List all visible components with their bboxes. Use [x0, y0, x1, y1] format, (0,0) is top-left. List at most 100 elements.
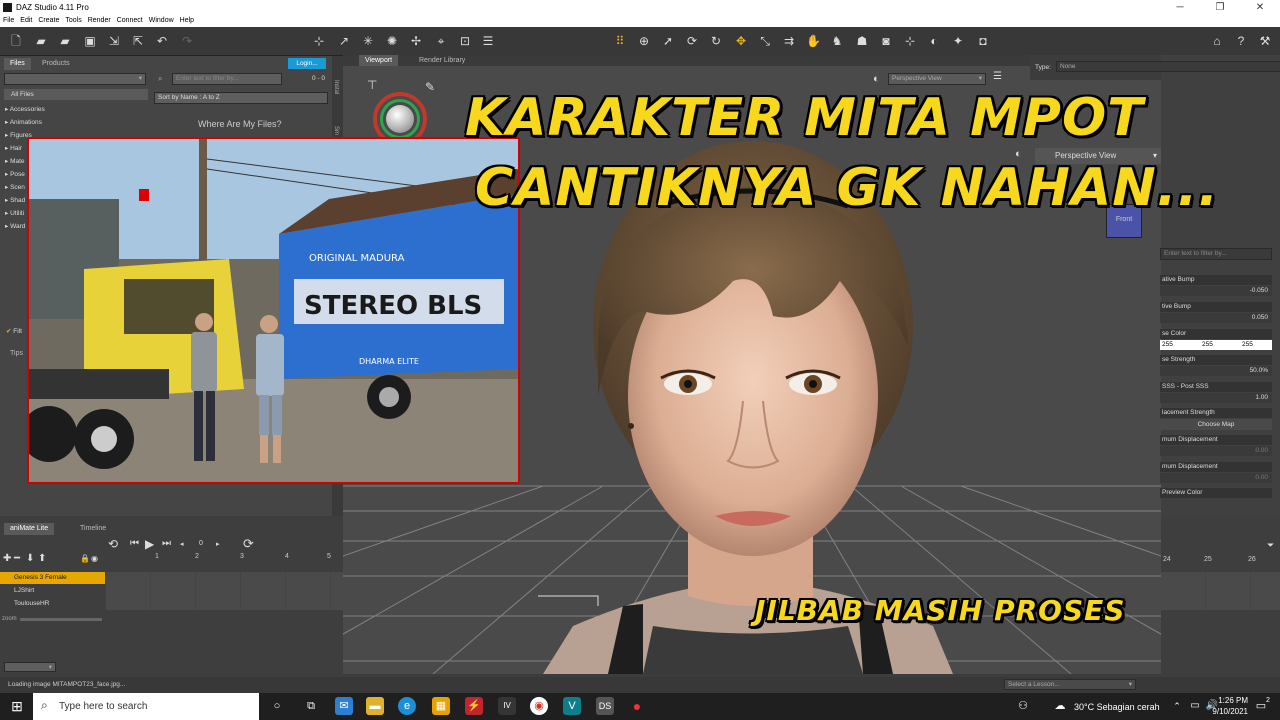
refresh-icon[interactable]: ⟳ [243, 536, 254, 552]
tab-animate-lite[interactable]: aniMate Lite [4, 523, 55, 535]
lock-icon[interactable]: 🔒 [80, 554, 90, 563]
tree-item-animations[interactable]: ▸ Animations [5, 118, 42, 126]
param-base-strength-slider[interactable]: 50.0% [1160, 366, 1272, 376]
param-positive-bump-slider[interactable]: 0.050 [1160, 313, 1272, 323]
settings-icon[interactable]: ⚒ [1258, 34, 1272, 48]
choose-map-button[interactable]: Choose Map [1160, 419, 1272, 430]
next-frame-icon[interactable]: ▸ [216, 540, 220, 548]
geometry-editor-icon[interactable]: ⌖ [434, 34, 448, 48]
sort-dropdown[interactable]: Sort by Name : A to Z [154, 92, 328, 104]
menu-window[interactable]: Window [146, 15, 177, 24]
tree-item-scenes[interactable]: ▸ Scen [5, 183, 25, 191]
cortana-icon[interactable]: ○ [268, 697, 286, 715]
tab-timeline[interactable]: Timeline [74, 523, 112, 535]
add-track-icon[interactable]: ✚ [3, 553, 11, 564]
track-toulouse[interactable]: ToulouseHR [0, 598, 105, 610]
tree-item-materials[interactable]: ▸ Mate [5, 157, 25, 165]
menu-edit[interactable]: Edit [17, 15, 35, 24]
pointer-icon[interactable]: ➚ [661, 34, 675, 48]
daz-studio-taskbar-icon[interactable]: DS [596, 697, 614, 715]
undo-icon[interactable]: ↶ [155, 34, 169, 48]
sphere-icon[interactable]: ◐ [873, 73, 880, 85]
collapse-icon[interactable]: ⏷ [1267, 540, 1274, 551]
track-grid[interactable] [106, 572, 343, 610]
surface-selection-icon[interactable]: ✢ [409, 34, 423, 48]
file-explorer-icon[interactable]: ▬ [366, 697, 384, 715]
forward-icon[interactable]: ⏭ [162, 538, 171, 549]
pen-icon[interactable]: ✎ [425, 80, 435, 94]
rewind-icon[interactable]: ⏮ [130, 538, 139, 549]
frame-value[interactable]: 0 [199, 540, 203, 547]
flash-app-icon[interactable]: ⚡ [465, 697, 483, 715]
param-min-displacement-slider[interactable]: 0.00 [1160, 446, 1272, 456]
clock-date[interactable]: 9/10/2021 [1200, 707, 1248, 716]
align-icon[interactable]: ⊤ [367, 78, 377, 92]
search-input[interactable]: Enter text to filter by... [172, 73, 282, 85]
tree-item-wardrobe[interactable]: ▸ Ward [5, 222, 25, 230]
where-are-my-files-label[interactable]: Where Are My Files? [198, 119, 282, 129]
zoom-slider[interactable] [20, 618, 102, 621]
param-negative-bump-slider[interactable]: -0.050 [1160, 286, 1272, 296]
param-max-displacement-slider[interactable]: 0.00 [1160, 473, 1272, 483]
tab-products[interactable]: Products [36, 58, 76, 70]
figure-icon[interactable]: ♞ [830, 34, 844, 48]
tab-files[interactable]: Files [4, 58, 31, 70]
filter-checkbox[interactable]: ✔ Filt [6, 327, 22, 335]
people-icon[interactable]: ⚇ [1014, 697, 1032, 715]
lasso-icon[interactable]: ⊹ [903, 34, 917, 48]
move-up-icon[interactable]: ⬆ [38, 553, 46, 564]
universal-tool-icon[interactable]: ↗ [337, 34, 351, 48]
import-icon[interactable]: ⇲ [107, 34, 121, 48]
windows-start-icon[interactable]: ⊞ [8, 697, 26, 715]
rotate-tool-icon[interactable]: ⊕ [637, 34, 651, 48]
minimize-button[interactable]: ─ [1160, 0, 1200, 15]
tree-item-poses[interactable]: ▸ Pose [5, 170, 25, 178]
view-dropdown[interactable]: Perspective View ▾ [888, 73, 986, 85]
help-icon[interactable]: ? [1234, 34, 1248, 48]
visibility-icon[interactable]: ◉ [91, 554, 98, 563]
parameters-search-input[interactable]: Enter text to filter by... [1160, 248, 1272, 260]
folder-dropdown[interactable]: ▾ [4, 73, 146, 85]
mail-icon[interactable]: ✉ [335, 697, 353, 715]
tab-viewport[interactable]: Viewport [359, 55, 399, 66]
open-file-icon[interactable]: ▰ [34, 34, 48, 48]
lesson-dropdown[interactable]: Select a Lesson... ▾ [1004, 679, 1136, 690]
pinning-icon[interactable]: ⠿ [613, 34, 627, 48]
task-view-icon[interactable]: ⧉ [302, 697, 320, 715]
menu-tools[interactable]: Tools [62, 15, 84, 24]
close-button[interactable]: ✕ [1240, 0, 1280, 15]
orbit-icon[interactable]: ⟳ [685, 34, 699, 48]
translate-tool-icon[interactable]: ✥ [734, 34, 748, 48]
type-dropdown[interactable]: None [1056, 61, 1280, 72]
menu-render[interactable]: Render [85, 15, 114, 24]
tree-item-accessories[interactable]: ▸ Accessories [5, 105, 45, 113]
recorder-icon[interactable]: ● [628, 697, 646, 715]
menu-connect[interactable]: Connect [114, 15, 146, 24]
weather-text[interactable]: 30°C Sebagian cerah [1074, 702, 1160, 712]
twist-icon[interactable]: ↻ [709, 34, 723, 48]
spot-render-icon[interactable]: ⊡ [458, 34, 472, 48]
scale-tool-icon[interactable]: ⤡ [758, 34, 772, 48]
maximize-button[interactable]: ❐ [1200, 0, 1240, 15]
joint-editor-icon[interactable]: ✳ [361, 34, 375, 48]
tree-item-utilities[interactable]: ▸ Utiliti [5, 209, 24, 217]
chrome-icon[interactable]: ◉ [530, 697, 548, 715]
taskbar-search[interactable]: ⌕ Type here to search [33, 693, 259, 720]
play-icon[interactable]: ▶ [145, 537, 154, 551]
tree-item-hair[interactable]: ▸ Hair [5, 144, 22, 152]
tab-render-library[interactable]: Render Library [413, 55, 471, 66]
menu-file[interactable]: File [0, 15, 17, 24]
edge-icon[interactable]: e [398, 697, 416, 715]
login-button[interactable]: Login... [288, 58, 326, 69]
redo-icon[interactable]: ↷ [180, 34, 194, 48]
remove-track-icon[interactable]: ━ [14, 553, 20, 564]
morph-icon[interactable]: ◐ [927, 34, 941, 48]
move-down-icon[interactable]: ⬇ [26, 553, 34, 564]
transform-icon[interactable]: ⇉ [782, 34, 796, 48]
save-icon[interactable]: ▣ [83, 34, 97, 48]
store-icon[interactable]: ▦ [432, 697, 450, 715]
menu-create[interactable]: Create [35, 15, 62, 24]
track-genesis[interactable]: Genesis 3 Female [0, 572, 105, 584]
menu-help[interactable]: Help [177, 15, 197, 24]
node-selection-icon[interactable]: ⊹ [312, 34, 326, 48]
